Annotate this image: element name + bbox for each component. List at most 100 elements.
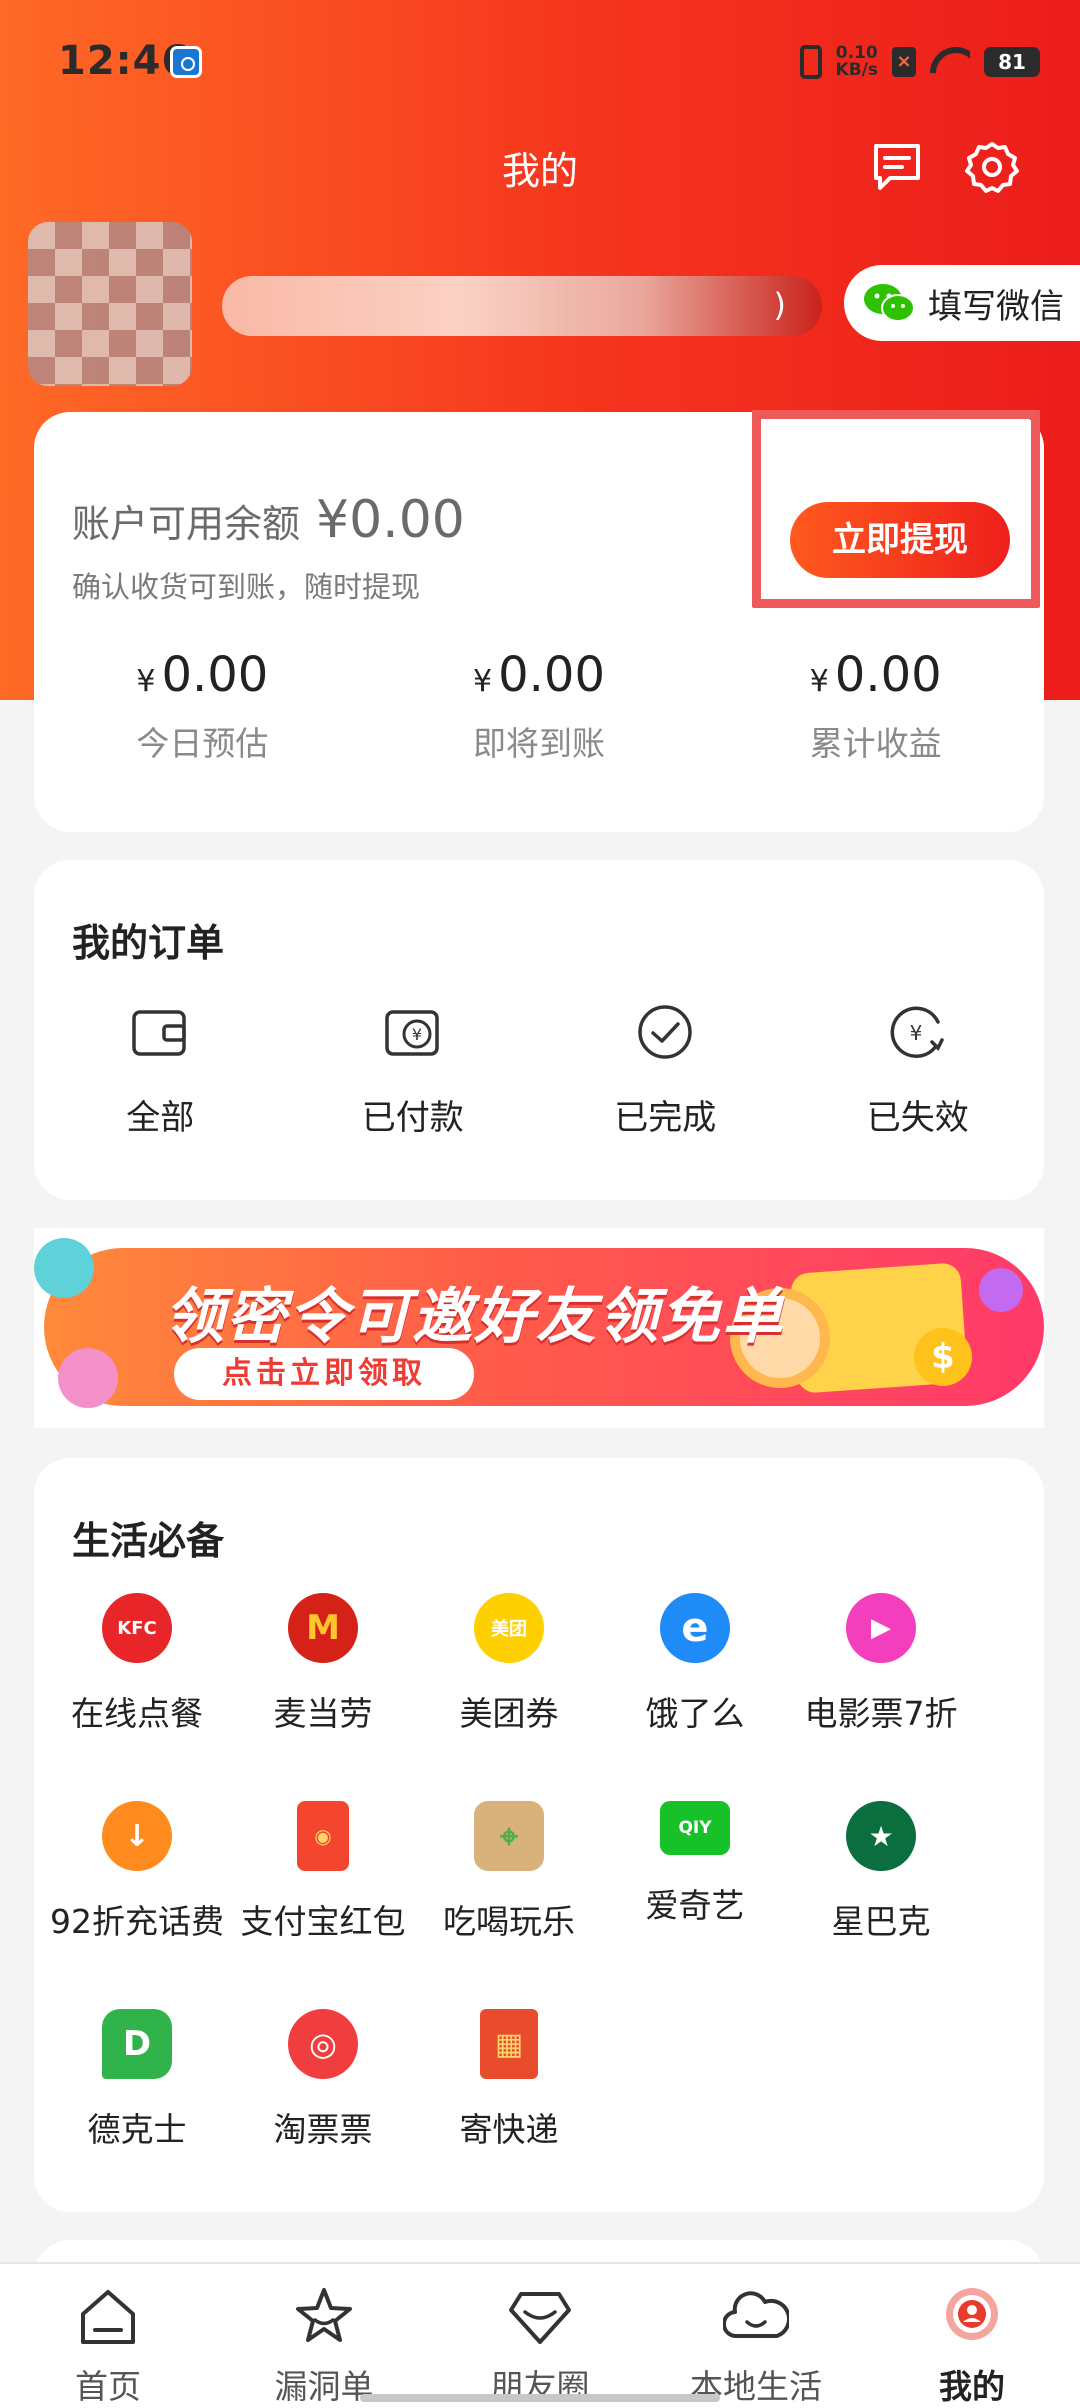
life-item-recharge[interactable]: ↓ 92折充话费	[44, 1801, 230, 2009]
express-icon: ▦	[480, 2009, 538, 2079]
iqiyi-icon: QIY	[660, 1801, 730, 1855]
orders-title: 我的订单	[72, 921, 225, 965]
profile-badge-icon	[946, 2288, 998, 2340]
nav-local-life[interactable]: 本地生活	[648, 2264, 864, 2408]
wechat-icon	[864, 284, 915, 322]
check-circle-icon	[638, 1005, 692, 1059]
order-label: 已付款	[361, 1098, 464, 1138]
status-indicators: 0.10 KB/s × 81	[799, 42, 1040, 82]
life-item-starbucks[interactable]: ★ 星巴克	[788, 1801, 974, 2009]
currency-symbol: ¥	[473, 664, 493, 699]
nav-mine[interactable]: 我的	[864, 2264, 1080, 2408]
life-label: 吃喝玩乐	[443, 1902, 575, 1941]
decorative-bubble	[34, 1238, 94, 1298]
order-all[interactable]: 全部	[34, 1000, 287, 1139]
life-label: 电影票7折	[804, 1694, 958, 1733]
promo-cta-button[interactable]: 点击立即领取	[174, 1348, 474, 1400]
avatar[interactable]	[28, 222, 192, 386]
stat-label: 即将到账	[473, 724, 605, 763]
order-label: 已完成	[614, 1098, 717, 1138]
nickname-suffix: )	[773, 286, 786, 324]
life-item-eleme[interactable]: e 饿了么	[602, 1593, 788, 1801]
life-item-express[interactable]: ▦ 寄快递	[416, 2009, 602, 2217]
mcdonalds-icon: M	[288, 1593, 358, 1663]
order-expired[interactable]: ¥ 已失效	[792, 1000, 1045, 1139]
coin-icon: $	[914, 1328, 972, 1386]
life-label: 爱奇艺	[645, 1886, 745, 1925]
dicos-icon: D	[102, 2009, 172, 2079]
life-item-alipay-red-packet[interactable]: ◉ 支付宝红包	[230, 1801, 416, 2009]
life-item-online-order[interactable]: KFC 在线点餐	[44, 1593, 230, 1801]
currency-symbol: ¥	[809, 664, 829, 699]
decorative-bubble	[58, 1348, 118, 1408]
no-sim-icon: ×	[892, 47, 916, 77]
life-label: 麦当劳	[273, 1694, 373, 1733]
gear-icon[interactable]	[965, 140, 1019, 194]
movie-icon: ▶	[846, 1593, 916, 1663]
wallet-icon	[132, 1010, 186, 1056]
balance-line: 账户可用余额 ¥0.00	[72, 490, 465, 550]
life-grid: KFC 在线点餐 M 麦当劳 美团 美团券 e 饿了么 ▶ 电影票7折 ↓ 92…	[34, 1593, 1044, 2217]
life-essentials-card: 生活必备 KFC 在线点餐 M 麦当劳 美团 美团券 e 饿了么 ▶ 电影票7折…	[34, 1458, 1044, 2212]
wechat-button-label: 填写微信	[928, 286, 1064, 327]
nav-home[interactable]: 首页	[0, 2264, 216, 2408]
starbucks-icon: ★	[846, 1801, 916, 1871]
life-item-movie[interactable]: ▶ 电影票7折	[788, 1593, 974, 1801]
currency-symbol: ¥	[136, 664, 156, 699]
life-item-iqiyi[interactable]: QIY 爱奇艺	[602, 1801, 788, 2009]
life-label: 92折充话费	[50, 1902, 224, 1941]
nav-moments[interactable]: 朋友圈	[432, 2264, 648, 2408]
nav-label: 首页	[75, 2367, 141, 2406]
order-label: 全部	[126, 1098, 195, 1138]
promo-banner[interactable]: $ 领密令可邀好友领免单 点击立即领取	[34, 1228, 1044, 1428]
meituan-icon: 美团	[474, 1593, 544, 1663]
life-label: 寄快递	[459, 2110, 559, 2149]
stat-pending[interactable]: ¥0.00 即将到账	[371, 647, 708, 765]
cloud-face-icon	[722, 2291, 791, 2339]
life-label: 支付宝红包	[240, 1902, 406, 1941]
life-label: 饿了么	[645, 1694, 745, 1733]
red-packet-icon: ◉	[297, 1801, 349, 1871]
stat-today-estimate[interactable]: ¥0.00 今日预估	[34, 647, 371, 765]
nav-deals[interactable]: 漏洞单	[216, 2264, 432, 2408]
nav-label: 我的	[939, 2367, 1005, 2406]
svg-text:¥: ¥	[412, 1025, 422, 1044]
star-icon	[296, 2288, 352, 2342]
life-label: 星巴克	[831, 1902, 931, 1941]
promo-title: 领密令可邀好友领免单	[164, 1282, 784, 1352]
home-indicator	[360, 2394, 720, 2402]
recharge-icon: ↓	[102, 1801, 172, 1871]
expired-icon: ¥	[890, 1006, 944, 1058]
home-icon	[81, 2290, 135, 2344]
fill-wechat-button[interactable]: 填写微信	[844, 265, 1080, 341]
orders-card: 我的订单 全部 ¥ 已付款 已完成 ¥ 已失效	[34, 860, 1044, 1200]
life-item-meituan[interactable]: 美团 美团券	[416, 1593, 602, 1801]
life-item-taopiaopiao[interactable]: ◎ 淘票票	[230, 2009, 416, 2217]
nickname-pill[interactable]: )	[222, 276, 822, 336]
taopiaopiao-icon: ◎	[288, 2009, 358, 2079]
kfc-icon: KFC	[102, 1593, 172, 1663]
status-bar: 12:46 0.10 KB/s × 81	[0, 0, 1080, 130]
order-paid[interactable]: ¥ 已付款	[287, 1000, 540, 1139]
stat-value: 0.00	[161, 647, 269, 703]
decorative-bubble	[979, 1268, 1023, 1312]
order-completed[interactable]: 已完成	[539, 1000, 792, 1139]
life-label: 在线点餐	[71, 1694, 203, 1733]
message-icon[interactable]	[870, 140, 924, 194]
withdraw-button[interactable]: 立即提现	[790, 502, 1010, 578]
eleme-icon: e	[660, 1593, 730, 1663]
life-item-mcdonalds[interactable]: M 麦当劳	[230, 1593, 416, 1801]
life-label: 美团券	[459, 1694, 559, 1733]
life-label: 德克士	[87, 2110, 187, 2149]
life-item-food-fun[interactable]: ⌖ 吃喝玩乐	[416, 1801, 602, 2009]
wifi-icon	[930, 47, 970, 77]
balance-value: ¥0.00	[316, 490, 465, 550]
stat-value: 0.00	[834, 647, 942, 703]
stat-total-earnings[interactable]: ¥0.00 累计收益	[707, 647, 1044, 765]
network-speed-unit: KB/s	[835, 60, 878, 80]
paid-icon: ¥	[385, 1010, 439, 1056]
vibrate-icon	[799, 45, 822, 79]
life-item-dicos[interactable]: D 德克士	[44, 2009, 230, 2217]
stat-value: 0.00	[498, 647, 605, 703]
order-status-row: 全部 ¥ 已付款 已完成 ¥ 已失效	[34, 1000, 1044, 1139]
